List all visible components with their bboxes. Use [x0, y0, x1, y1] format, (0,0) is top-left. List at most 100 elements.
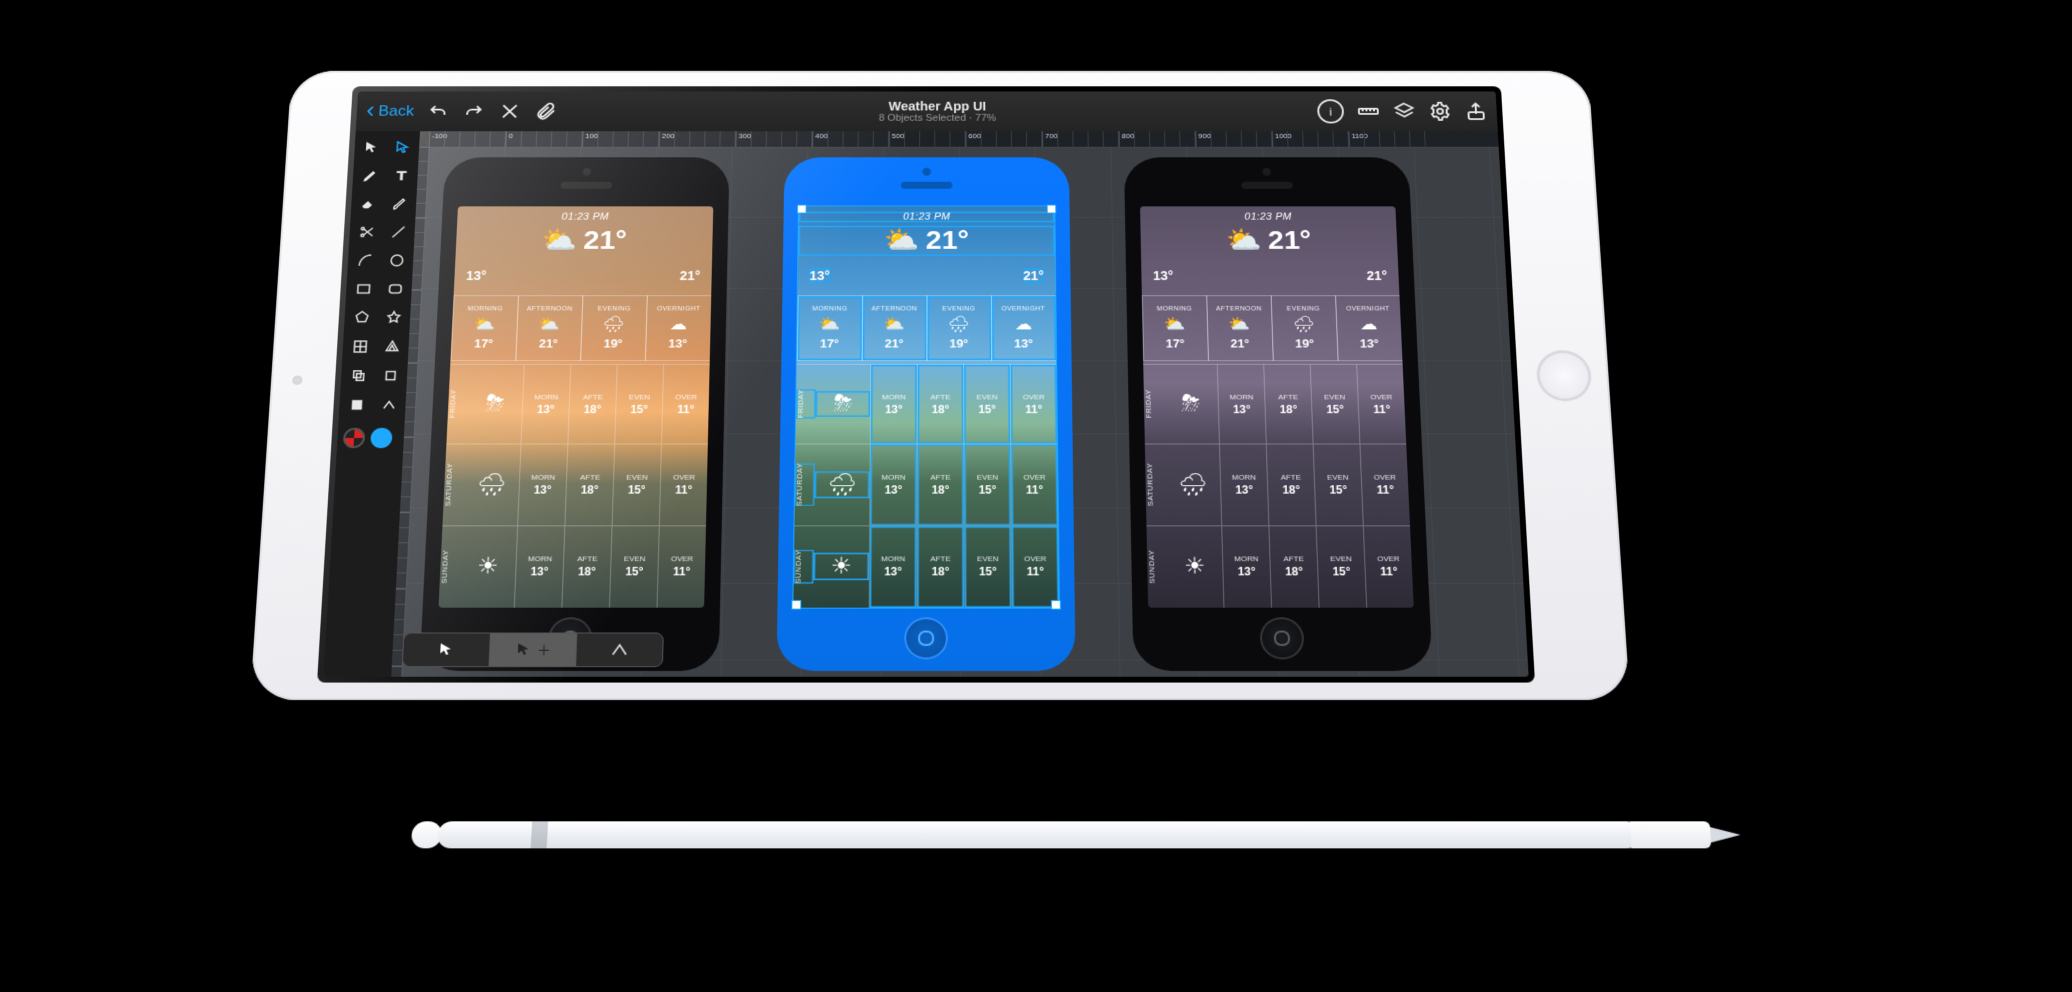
direct-select-tool[interactable] — [389, 136, 416, 159]
daypart-cell: EVENING🌧19° — [926, 295, 992, 361]
forecast-cell: EVEN15° — [612, 445, 661, 525]
layers-icon[interactable] — [1392, 101, 1416, 122]
forecast-cell: OVER11° — [1359, 445, 1410, 525]
pen-tool[interactable] — [356, 164, 383, 187]
forecast-day: SATURDAY🌧MORN13°AFTE18°EVEN15°OVER11° — [442, 444, 707, 525]
close-icon[interactable] — [498, 101, 522, 122]
polygon-tool[interactable] — [348, 306, 375, 329]
fill-swatch[interactable] — [370, 428, 393, 448]
forecast-day: FRIDAY⛈MORN13°AFTE18°EVEN15°OVER11° — [796, 364, 1057, 444]
fill-tool[interactable] — [343, 393, 371, 417]
forecast-cell: OVER11° — [657, 526, 706, 608]
path-mode-convert[interactable] — [575, 633, 663, 666]
forecast-cell: OVER11° — [659, 445, 708, 525]
forecast-cell: MORN13° — [1219, 445, 1268, 525]
star-tool[interactable] — [380, 306, 407, 329]
daypart-cell: MORNING⛅17° — [1141, 295, 1208, 361]
forecast-days: FRIDAY⛈MORN13°AFTE18°EVEN15°OVER11°SATUR… — [1143, 364, 1414, 608]
daypart-cell: OVERNIGHT☁13° — [1335, 295, 1403, 361]
line-tool[interactable] — [384, 220, 411, 243]
back-button[interactable]: Back — [366, 103, 415, 120]
dayparts-row: MORNING⛅17°AFTERNOON⛅21°EVENING🌧19°OVERN… — [450, 295, 711, 360]
daypart-cell: EVENING🌧19° — [580, 295, 648, 361]
arc-tool[interactable] — [351, 249, 378, 272]
path-mode-segment: ＋ — [402, 633, 664, 668]
share-icon[interactable] — [1464, 101, 1488, 122]
phone-home-button — [1259, 617, 1304, 659]
forecast-day: SATURDAY🌧MORN13°AFTE18°EVEN15°OVER11° — [1145, 444, 1410, 525]
phone-home-button — [904, 617, 948, 659]
ellipse-tool[interactable] — [383, 249, 410, 272]
apple-pencil — [410, 810, 1812, 860]
info-icon[interactable]: i — [1317, 99, 1344, 123]
grid-tool[interactable] — [346, 335, 373, 359]
daypart-cell: AFTERNOON⛅21° — [861, 295, 927, 361]
current-weather: ⛅21° — [798, 226, 1055, 256]
forecast-day: SUNDAY☀MORN13°AFTE18°EVEN15°OVER11° — [1146, 525, 1413, 608]
brush-tool[interactable] — [386, 192, 413, 215]
perspective-tool[interactable] — [378, 335, 405, 359]
forecast-cell: AFTE18° — [564, 445, 614, 525]
path-mode-add[interactable]: ＋ — [488, 633, 576, 666]
daypart-cell: EVENING🌧19° — [1270, 295, 1338, 361]
clock-label: 01:23 PM — [1140, 212, 1396, 223]
forecast-cell: AFTE18° — [567, 365, 616, 444]
forecast-day: FRIDAY⛈MORN13°AFTE18°EVEN15°OVER11° — [1143, 364, 1406, 444]
undo-icon[interactable] — [427, 101, 451, 122]
stroke-swatch[interactable] — [343, 428, 366, 448]
ipad-home-button[interactable] — [1535, 350, 1592, 401]
forecast-cell: MORN13° — [870, 365, 917, 444]
scissors-tool[interactable] — [353, 220, 380, 243]
hi-lo-temps: 13°21° — [1141, 268, 1399, 282]
round-rect-tool[interactable] — [381, 277, 408, 300]
forecast-day: SUNDAY☀MORN13°AFTE18°EVEN15°OVER11° — [793, 525, 1059, 608]
daypart-cell: OVERNIGHT☁13° — [990, 295, 1056, 361]
forecast-days: FRIDAY⛈MORN13°AFTE18°EVEN15°OVER11°SATUR… — [793, 364, 1059, 608]
phone-artboard-2[interactable]: 01:23 PM⛅21°13°21°MORNING⛅17°AFTERNOON⛅2… — [776, 157, 1075, 671]
daypart-cell: AFTERNOON⛅21° — [1206, 295, 1274, 361]
current-weather: ⛅21° — [456, 226, 713, 256]
eraser-tool[interactable] — [355, 192, 382, 215]
forecast-day: SUNDAY☀MORN13°AFTE18°EVEN15°OVER11° — [438, 525, 706, 608]
top-toolbar: Back Weather App UI 8 Objects Selected ·… — [356, 91, 1498, 131]
redo-icon[interactable] — [463, 101, 487, 122]
daypart-cell: MORNING⛅17° — [450, 295, 519, 361]
forecast-cell: AFTE18° — [1263, 365, 1312, 444]
artboard-tool[interactable] — [344, 364, 372, 388]
forecast-cell: EVEN15° — [1313, 445, 1363, 525]
attachment-icon[interactable] — [534, 101, 557, 122]
work-area: -100010020030040050060070080090010001100… — [383, 131, 1528, 677]
dayparts-row: MORNING⛅17°AFTERNOON⛅21°EVENING🌧19°OVERN… — [1142, 295, 1403, 360]
forecast-cell: MORN13° — [869, 445, 916, 525]
forecast-cell: AFTE18° — [561, 526, 611, 608]
current-weather: ⛅21° — [1140, 226, 1397, 256]
select-tool[interactable] — [358, 136, 385, 159]
forecast-cell: EVEN15° — [963, 365, 1010, 444]
path-mode-select[interactable] — [403, 633, 490, 666]
more-tool[interactable] — [375, 393, 403, 417]
forecast-cell: EVEN15° — [964, 526, 1012, 608]
daypart-cell: OVERNIGHT☁13° — [644, 295, 711, 361]
forecast-cell: MORN13° — [517, 445, 567, 525]
forecast-cell: EVEN15° — [1316, 526, 1367, 608]
text-tool[interactable] — [388, 164, 415, 187]
settings-icon[interactable] — [1428, 101, 1452, 122]
rect-tool[interactable] — [350, 277, 377, 300]
forecast-cell: EVEN15° — [1310, 365, 1360, 444]
phone-artboard-3[interactable]: 01:23 PM ⛅21° 13°21° MORNING⛅17°AFTERNOON⛅2… — [1124, 157, 1433, 671]
canvas[interactable]: 01:23 PM⛅21°13°21°MORNING⛅17°AFTERNOON⛅2… — [401, 147, 1528, 677]
forecast-cell: MORN13° — [1221, 526, 1271, 608]
phone-artboard-1[interactable]: 01:23 PM⛅21°13°21°MORNING⛅17°AFTERNOON⛅2… — [419, 157, 729, 671]
horizontal-ruler[interactable]: -100010020030040050060070080090010001100 — [429, 131, 1499, 147]
forecast-cell: OVER11° — [1363, 526, 1414, 608]
ruler-icon[interactable] — [1357, 101, 1381, 122]
forecast-cell: OVER11° — [1011, 526, 1059, 608]
forecast-day: FRIDAY⛈MORN13°AFTE18°EVEN15°OVER11° — [446, 364, 709, 444]
dayparts-row: MORNING⛅17°AFTERNOON⛅21°EVENING🌧19°OVERN… — [797, 295, 1056, 360]
forecast-cell: OVER11° — [1356, 365, 1406, 444]
crop-tool[interactable] — [376, 364, 403, 388]
forecast-days: FRIDAY⛈MORN13°AFTE18°EVEN15°OVER11°SATUR… — [438, 364, 709, 608]
daypart-cell: AFTERNOON⛅21° — [515, 295, 583, 361]
forecast-cell: EVEN15° — [963, 445, 1010, 525]
hi-lo-temps: 13°21° — [798, 268, 1055, 282]
